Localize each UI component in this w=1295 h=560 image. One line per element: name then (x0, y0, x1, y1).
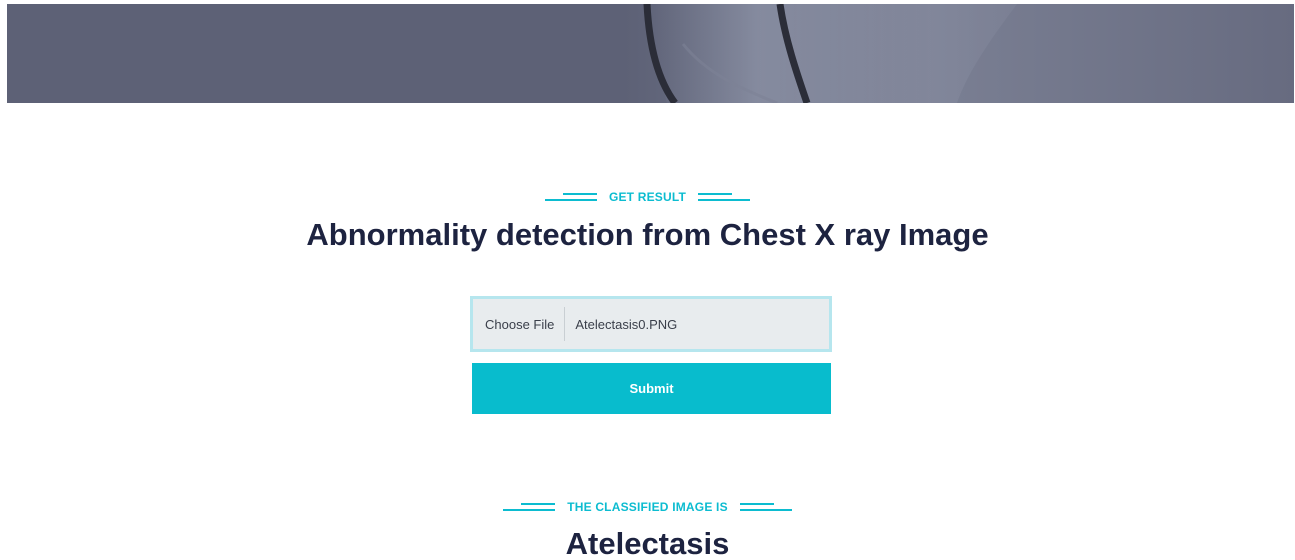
classified-image-tag-label: THE CLASSIFIED IMAGE IS (567, 500, 728, 514)
classified-image-tag: THE CLASSIFIED IMAGE IS (0, 500, 1295, 514)
get-result-tag: GET RESULT (0, 190, 1295, 204)
choose-file-button[interactable]: Choose File (473, 307, 566, 341)
doctor-stethoscope-illustration (643, 4, 1017, 103)
tag-decoration-right (739, 503, 792, 511)
get-result-tag-label: GET RESULT (608, 190, 687, 204)
page-title: Abnormality detection from Chest X ray I… (306, 217, 989, 252)
file-input[interactable]: Choose File Atelectasis0.PNG (470, 296, 832, 352)
tag-decoration-right (698, 193, 751, 201)
tag-decoration-left (503, 503, 556, 511)
selected-file-name: Atelectasis0.PNG (575, 316, 678, 332)
submit-button[interactable]: Submit (472, 363, 831, 414)
classification-result: Atelectasis (565, 526, 730, 560)
tag-decoration-left (544, 193, 597, 201)
hero-banner-image (7, 4, 1294, 103)
page: GET RESULT Abnormality detection from Ch… (0, 0, 1295, 560)
